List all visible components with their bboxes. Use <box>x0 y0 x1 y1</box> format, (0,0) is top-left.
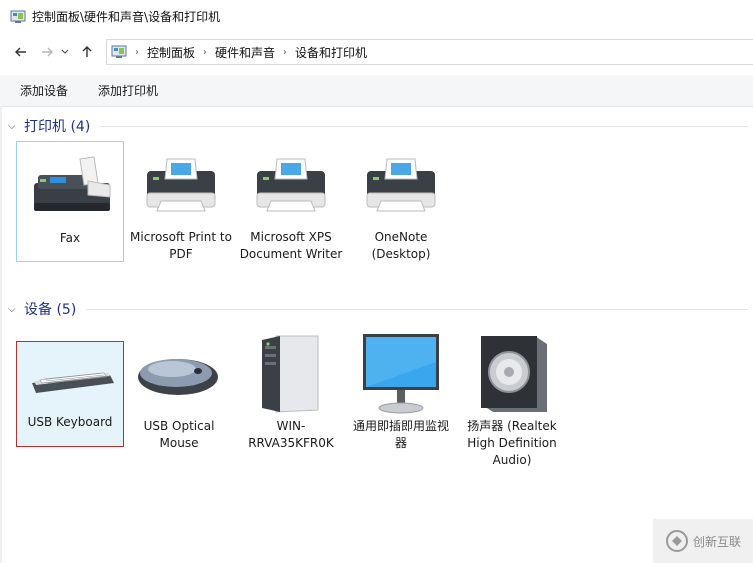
control-panel-icon <box>111 45 127 58</box>
chevron-down-icon[interactable]: ⌵ <box>8 121 22 132</box>
forward-button[interactable] <box>36 41 58 63</box>
printer-item-fax[interactable]: Fax <box>16 141 124 262</box>
fax-icon <box>17 142 125 230</box>
keyboard-icon <box>17 346 125 414</box>
device-item-computer[interactable]: WIN-RRVA35KFR0K <box>237 330 345 460</box>
recent-locations-button[interactable] <box>58 41 72 63</box>
item-label: USB Keyboard <box>27 415 113 429</box>
chevron-right-icon[interactable]: › <box>283 47 287 58</box>
item-label: 通用即插即用监视器 <box>352 419 449 450</box>
arrow-right-icon <box>42 47 53 57</box>
chevron-right-icon[interactable]: › <box>135 47 139 58</box>
up-button[interactable] <box>76 41 98 63</box>
computer-tower-icon <box>237 330 345 418</box>
control-panel-icon <box>10 10 26 23</box>
item-label: USB Optical Mouse <box>143 419 215 450</box>
breadcrumb-devices-printers[interactable]: 设备和打印机 <box>295 44 367 61</box>
device-item-usb-keyboard[interactable]: USB Keyboard <box>16 341 124 447</box>
item-label: WIN-RRVA35KFR0K <box>248 419 334 450</box>
brand-logo-icon <box>665 530 688 552</box>
item-label: Microsoft XPS Document Writer <box>239 230 343 261</box>
add-printer-button[interactable]: 添加打印机 <box>78 82 158 99</box>
device-item-speaker[interactable]: 扬声器 (Realtek High Definition Audio) <box>458 330 566 478</box>
chevron-down-icon[interactable]: ⌵ <box>8 304 22 315</box>
breadcrumb-hardware-sound[interactable]: 硬件和声音 <box>215 44 275 61</box>
chevron-right-icon[interactable]: › <box>203 47 207 58</box>
pane-edge <box>0 106 2 563</box>
printer-item-print-to-pdf[interactable]: Microsoft Print to PDF <box>127 141 235 262</box>
printer-icon <box>347 141 455 229</box>
printer-icon <box>127 141 235 229</box>
printer-icon <box>237 141 345 229</box>
watermark-text: 创新互联 <box>692 534 741 549</box>
command-toolbar: 添加设备 添加打印机 <box>0 75 753 107</box>
back-button[interactable] <box>10 41 32 63</box>
group-title-printers: 打印机 (4) <box>24 119 91 135</box>
watermark: 创新互联 <box>653 519 753 563</box>
group-divider <box>86 308 748 310</box>
monitor-icon <box>347 330 455 418</box>
device-item-monitor[interactable]: 通用即插即用监视器 <box>347 330 455 460</box>
address-bar: › 控制面板 › 硬件和声音 › 设备和打印机 <box>0 36 753 68</box>
add-device-button[interactable]: 添加设备 <box>0 82 68 99</box>
group-title-devices: 设备 (5) <box>24 302 77 318</box>
arrow-left-icon <box>15 47 26 57</box>
arrow-up-icon <box>82 46 92 57</box>
window-title: 控制面板\硬件和声音\设备和打印机 <box>32 10 221 24</box>
group-divider <box>100 125 748 127</box>
item-label: OneNote (Desktop) <box>371 230 431 261</box>
title-bar: 控制面板\硬件和声音\设备和打印机 <box>0 0 753 33</box>
speaker-icon <box>458 330 566 418</box>
item-label: Fax <box>59 231 81 245</box>
address-box[interactable]: › 控制面板 › 硬件和声音 › 设备和打印机 <box>106 39 753 65</box>
printer-item-onenote[interactable]: OneNote (Desktop) <box>347 141 455 262</box>
item-label: Microsoft Print to PDF <box>130 230 232 261</box>
mouse-icon <box>125 330 233 418</box>
device-item-usb-mouse[interactable]: USB Optical Mouse <box>125 330 233 460</box>
chevron-down-icon <box>61 49 69 54</box>
breadcrumb-control-panel[interactable]: 控制面板 <box>147 44 195 61</box>
group-header-printers[interactable]: ⌵ 打印机 (4) <box>8 116 748 136</box>
group-header-devices[interactable]: ⌵ 设备 (5) <box>8 299 748 319</box>
printer-item-xps-writer[interactable]: Microsoft XPS Document Writer <box>237 141 345 286</box>
item-label: 扬声器 (Realtek High Definition Audio) <box>467 419 557 467</box>
